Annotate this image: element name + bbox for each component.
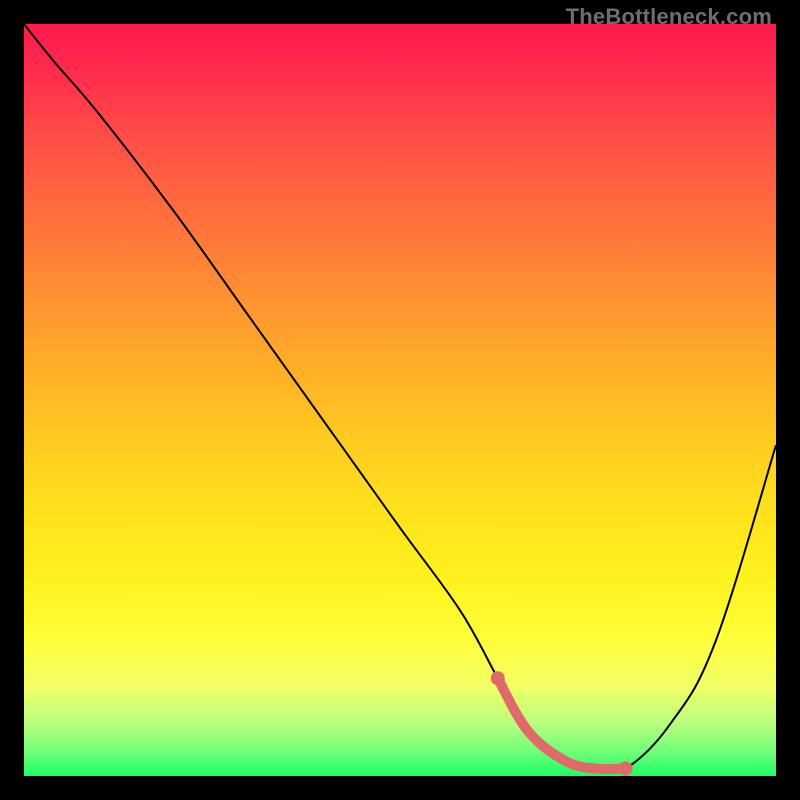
highlight-dot-end (619, 761, 633, 775)
highlight-segment (498, 678, 626, 769)
plot-area (24, 24, 776, 776)
chart-frame: TheBottleneck.com (0, 0, 800, 800)
chart-svg (24, 24, 776, 776)
series-curve (24, 24, 776, 772)
highlight-dot-start (491, 671, 505, 685)
